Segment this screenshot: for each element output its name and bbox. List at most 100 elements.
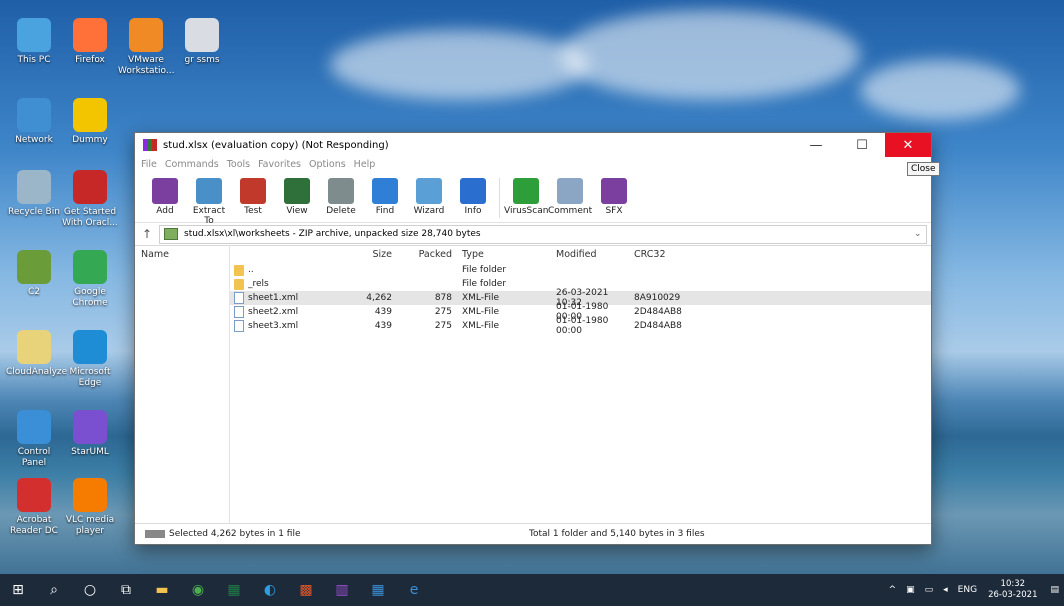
chrome-icon[interactable]: ◉ [180,574,216,606]
xml-file-icon [234,320,244,332]
find-magnifier-icon [372,178,398,204]
toolbar-button[interactable]: Test [231,172,275,216]
desktop-icon[interactable]: StarUML [62,410,118,458]
toolbar-button[interactable]: Comment [548,172,592,216]
column-header-packed[interactable]: Packed [392,249,452,260]
toolbar-button[interactable]: Add [143,172,187,216]
recycle-bin-icon [17,170,51,204]
mail-icon[interactable]: ▦ [360,574,396,606]
volume-icon[interactable]: ◂ [943,585,948,595]
winrar-window[interactable]: stud.xlsx (evaluation copy) (Not Respond… [134,132,940,545]
toolbar-button[interactable]: Wizard [407,172,451,216]
menu-item[interactable]: Favorites [258,159,301,170]
desktop-icon[interactable]: VMware Workstatio... [118,18,174,77]
desktop-icon[interactable]: Get Started With Oracl... [62,170,118,229]
toolbar-button-label: Delete [326,206,356,216]
maximize-button[interactable]: ☐ [839,133,885,157]
menu-item[interactable]: Options [309,159,346,170]
desktop-icon[interactable]: VLC media player [62,478,118,537]
file-row[interactable]: sheet3.xml 439 275 XML-File 01-01-1980 00:00… [230,316,931,336]
file-name-text: sheet2.xml [248,307,299,317]
office-icon[interactable]: ▩ [288,574,324,606]
path-text: stud.xlsx\xl\worksheets - ZIP archive, u… [184,229,481,239]
file-row[interactable]: .. File folder [230,263,931,277]
desktop-icon[interactable]: Google Chrome [62,250,118,309]
file-packed: 878 [434,293,452,303]
ie-icon[interactable]: e [396,574,432,606]
desktop-icon[interactable]: Dummy [62,98,118,146]
up-arrow-icon[interactable]: ↑ [135,227,159,241]
column-header-modified[interactable]: Modified [556,249,630,260]
path-field[interactable]: stud.xlsx\xl\worksheets - ZIP archive, u… [159,224,927,244]
folder-tree-pane[interactable]: Name [135,245,229,524]
desktop-icon[interactable]: gr ssms [174,18,230,66]
file-type: XML-File [462,307,500,317]
desktop-icon-label: Google Chrome [72,287,108,308]
toolbar-button[interactable]: Extract To [187,172,231,226]
edge-icon[interactable]: ◐ [252,574,288,606]
display-icon[interactable]: ▭ [925,585,934,595]
desktop-icon[interactable]: C2 [6,250,62,298]
search-icon[interactable]: ⌕ [36,574,72,606]
clock-date: 26-03-2021 [988,590,1038,600]
column-header-name[interactable]: Name [141,249,169,260]
column-header-type[interactable]: Type [452,249,556,260]
column-header-size[interactable]: Size [338,249,392,260]
desktop-icon[interactable]: Microsoft Edge [62,330,118,389]
toolbar-button[interactable]: Find [363,172,407,216]
column-header-crc32[interactable]: CRC32 [630,249,694,260]
desktop-icon-label: Dummy [72,135,108,145]
toolbar-button-label: Extract To [192,206,226,226]
chevron-up-icon[interactable]: ^ [889,585,897,595]
minimize-button[interactable]: — [793,133,839,157]
toolbar-button[interactable]: VirusScan [504,172,548,216]
c-icon [17,250,51,284]
notification-icon[interactable]: ▤ [1050,585,1059,595]
clock-time: 10:32 [1000,579,1026,589]
desktop-icon-label: This PC [17,55,51,65]
menu-item[interactable]: File [141,159,157,170]
desktop-icon-label: Microsoft Edge [69,367,111,388]
toolbar-button[interactable]: View [275,172,319,216]
sfx-icon [601,178,627,204]
windows-start-icon[interactable]: ⊞ [0,574,36,606]
acrobat-icon [17,478,51,512]
menu-item[interactable]: Tools [227,159,250,170]
menu-item[interactable]: Commands [165,159,219,170]
task-view-icon[interactable]: ⧉ [108,574,144,606]
desktop-icon[interactable]: Control Panel [6,410,62,469]
file-name-text: _rels [248,279,269,289]
network-icon [17,98,51,132]
close-button[interactable]: ✕ [885,133,931,157]
cortana-icon[interactable]: ○ [72,574,108,606]
language-indicator[interactable]: ENG [958,585,977,595]
toolbar-button[interactable]: Delete [319,172,363,216]
teapot-icon [73,98,107,132]
status-bar: Selected 4,262 bytes in 1 file Total 1 f… [135,523,931,544]
excel-icon[interactable]: ▦ [216,574,252,606]
taskbar-apps: ⊞ ⌕ ○ ⧉ ▬ ◉ ▦ ◐ ▩ ▥ ▦ e [0,574,432,606]
file-list[interactable]: Size Packed Type Modified CRC32 .. File f… [229,245,931,524]
file-size: 439 [374,321,392,331]
clock[interactable]: 10:32 26-03-2021 [988,579,1037,601]
desktop-icon[interactable]: CloudAnalyze [6,330,67,378]
toolbar-button[interactable]: SFX [592,172,636,216]
toolbar-button-label: SFX [605,206,623,216]
file-explorer-icon[interactable]: ▬ [144,574,180,606]
title-bar[interactable]: stud.xlsx (evaluation copy) (Not Respond… [135,133,931,157]
status-left: Selected 4,262 bytes in 1 file [169,529,301,539]
desktop-icon[interactable]: Network [6,98,62,146]
virus-scan-icon [513,178,539,204]
desktop-icon[interactable]: Firefox [62,18,118,66]
menu-item[interactable]: Help [354,159,376,170]
desktop-icon[interactable]: Acrobat Reader DC [6,478,62,537]
vlc-icon [73,478,107,512]
toolbar-button[interactable]: Info [451,172,495,216]
network-icon[interactable]: ▣ [906,585,915,595]
desktop-icon[interactable]: Recycle Bin [6,170,62,218]
winrar-icon[interactable]: ▥ [324,574,360,606]
chevron-down-icon[interactable]: ⌄ [914,229,926,239]
desktop-icon-label: C2 [27,287,40,297]
desktop-icon[interactable]: This PC [6,18,62,66]
xml-file-icon [234,292,244,304]
